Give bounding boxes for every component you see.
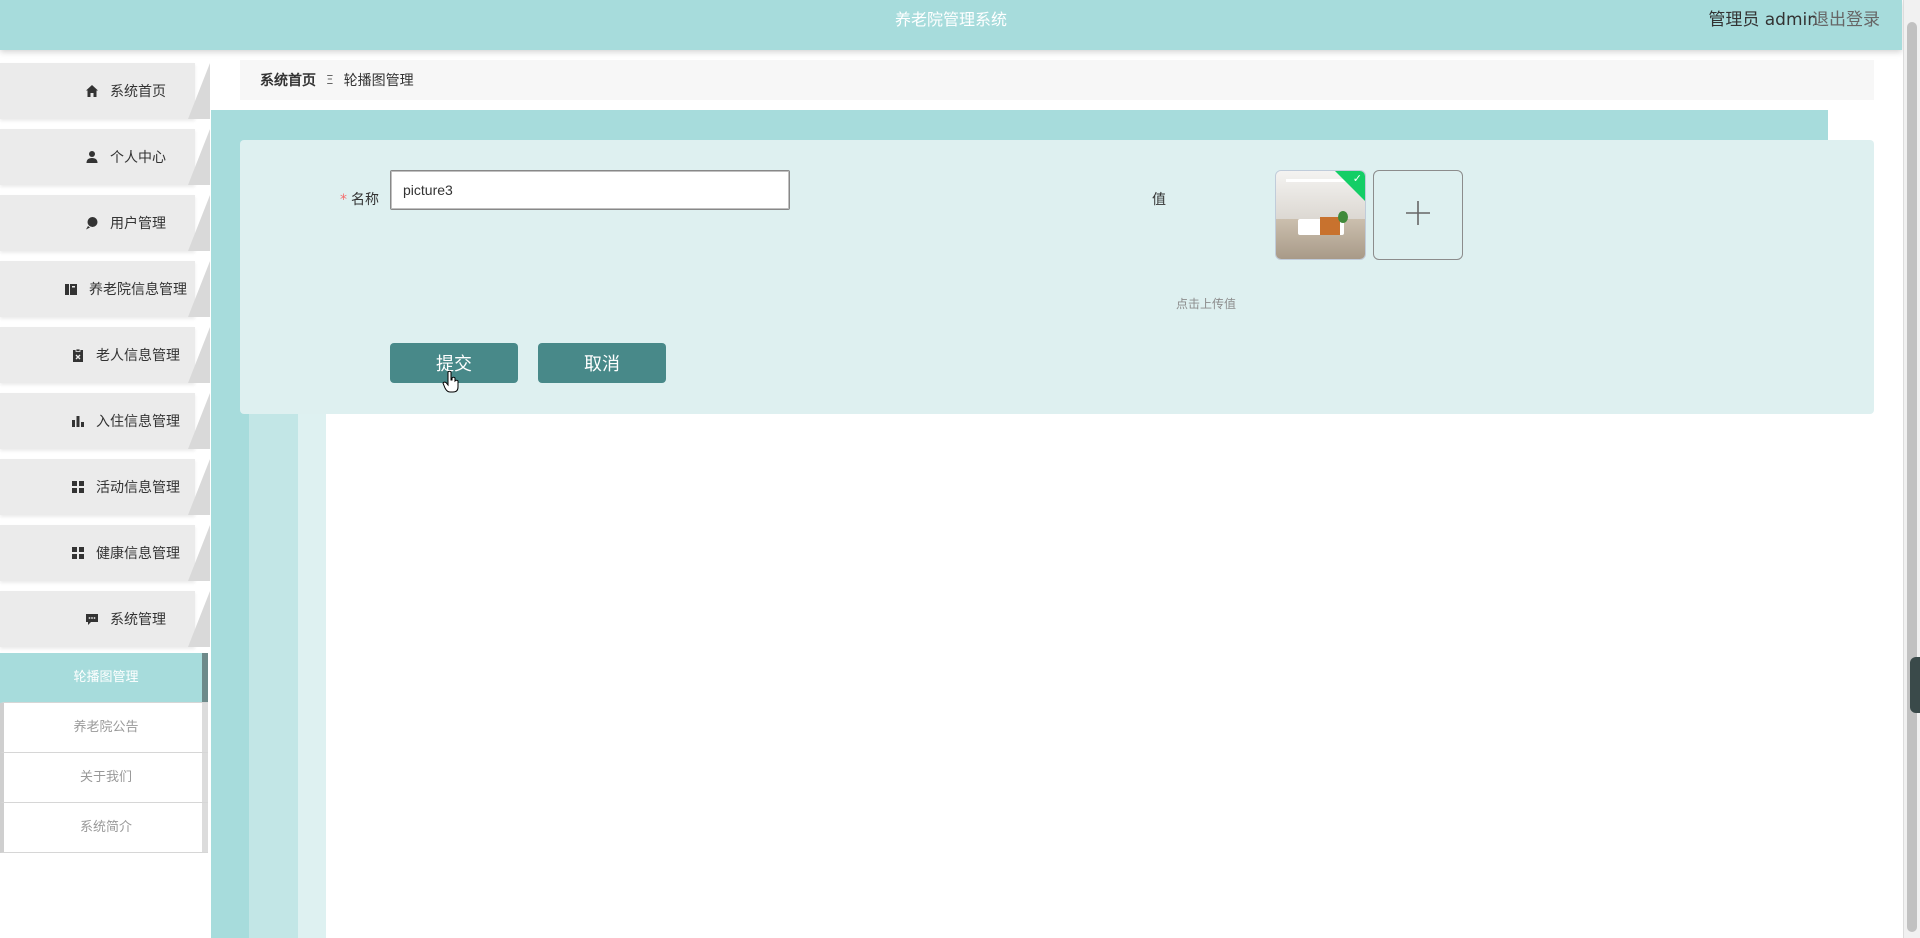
upload-button[interactable] bbox=[1373, 170, 1463, 260]
sidebar-item-home[interactable]: 系统首页 bbox=[0, 63, 210, 119]
bar-chart-icon bbox=[70, 413, 86, 429]
value-label: 值 bbox=[1152, 192, 1166, 208]
breadcrumb-current: 轮播图管理 bbox=[343, 73, 414, 89]
current-user: 管理员 admin bbox=[1708, 10, 1818, 30]
vertical-scrollbar[interactable] bbox=[1903, 0, 1920, 938]
submenu-item-intro[interactable]: 系统简介 bbox=[0, 803, 208, 853]
sidebar-item-system[interactable]: 系统管理 bbox=[0, 591, 210, 647]
scrollbar-thumb[interactable] bbox=[1907, 22, 1917, 932]
app-title: 养老院管理系统 bbox=[894, 10, 1007, 29]
top-header: 养老院管理系统 管理员 admin 退出登录 bbox=[0, 0, 1902, 50]
grid-icon bbox=[70, 545, 86, 561]
submenu-item-notice[interactable]: 养老院公告 bbox=[0, 703, 208, 753]
submenu-item-carousel[interactable]: 轮播图管理 bbox=[0, 653, 208, 703]
sidebar: 系统首页 个人中心 用户管理 养老院信息管理 老人信息管理 入住信息管理 活动信… bbox=[0, 63, 210, 657]
sidebar-item-health[interactable]: 健康信息管理 bbox=[0, 525, 210, 581]
sidebar-item-label: 系统首页 bbox=[110, 84, 166, 100]
sidebar-item-label: 系统管理 bbox=[110, 612, 166, 628]
cancel-button[interactable]: 取消 bbox=[538, 343, 666, 383]
sidebar-item-label: 个人中心 bbox=[110, 150, 166, 166]
home-icon bbox=[84, 83, 100, 99]
system-submenu: 轮播图管理 养老院公告 关于我们 系统简介 bbox=[0, 653, 210, 853]
sidebar-item-label: 健康信息管理 bbox=[96, 546, 180, 562]
sidebar-item-checkin[interactable]: 入住信息管理 bbox=[0, 393, 210, 449]
name-input[interactable] bbox=[390, 170, 790, 210]
sidebar-item-users[interactable]: 用户管理 bbox=[0, 195, 210, 251]
user-icon bbox=[84, 149, 100, 165]
sidebar-item-profile[interactable]: 个人中心 bbox=[0, 129, 210, 185]
chat-icon bbox=[84, 611, 100, 627]
edit-form: *名称 值 ✓ 点击上传值 提交 取消 bbox=[240, 140, 1874, 414]
name-label: * 名称 bbox=[340, 180, 379, 220]
sidebar-item-label: 入住信息管理 bbox=[96, 414, 180, 430]
breadcrumb-separator-icon: Ξ bbox=[326, 73, 334, 87]
sidebar-item-activity[interactable]: 活动信息管理 bbox=[0, 459, 210, 515]
name-label-text: 名称 bbox=[351, 192, 379, 208]
pin-icon bbox=[84, 215, 100, 231]
edge-widget[interactable] bbox=[1910, 657, 1920, 713]
grid-icon bbox=[70, 479, 86, 495]
sidebar-item-label: 用户管理 bbox=[110, 216, 166, 232]
sidebar-item-label: 老人信息管理 bbox=[96, 348, 180, 364]
sidebar-item-nursing-home[interactable]: 养老院信息管理 bbox=[0, 261, 210, 317]
plus-icon bbox=[1403, 198, 1433, 232]
book-icon bbox=[63, 281, 79, 297]
sidebar-item-elderly[interactable]: 老人信息管理 bbox=[0, 327, 210, 383]
logout-link[interactable]: 退出登录 bbox=[1812, 0, 1880, 40]
required-mark: * bbox=[340, 192, 347, 208]
hand-cursor-icon bbox=[442, 370, 460, 398]
sidebar-item-label: 养老院信息管理 bbox=[89, 282, 187, 298]
sidebar-item-label: 活动信息管理 bbox=[96, 480, 180, 496]
breadcrumb: 系统首页 Ξ 轮播图管理 bbox=[240, 60, 1874, 100]
breadcrumb-home[interactable]: 系统首页 bbox=[260, 70, 316, 90]
upload-hint: 点击上传值 bbox=[1176, 297, 1237, 311]
clipboard-icon bbox=[70, 347, 86, 363]
submenu-item-about[interactable]: 关于我们 bbox=[0, 753, 208, 803]
uploaded-image-thumbnail[interactable]: ✓ bbox=[1275, 170, 1366, 260]
check-icon: ✓ bbox=[1352, 172, 1362, 185]
